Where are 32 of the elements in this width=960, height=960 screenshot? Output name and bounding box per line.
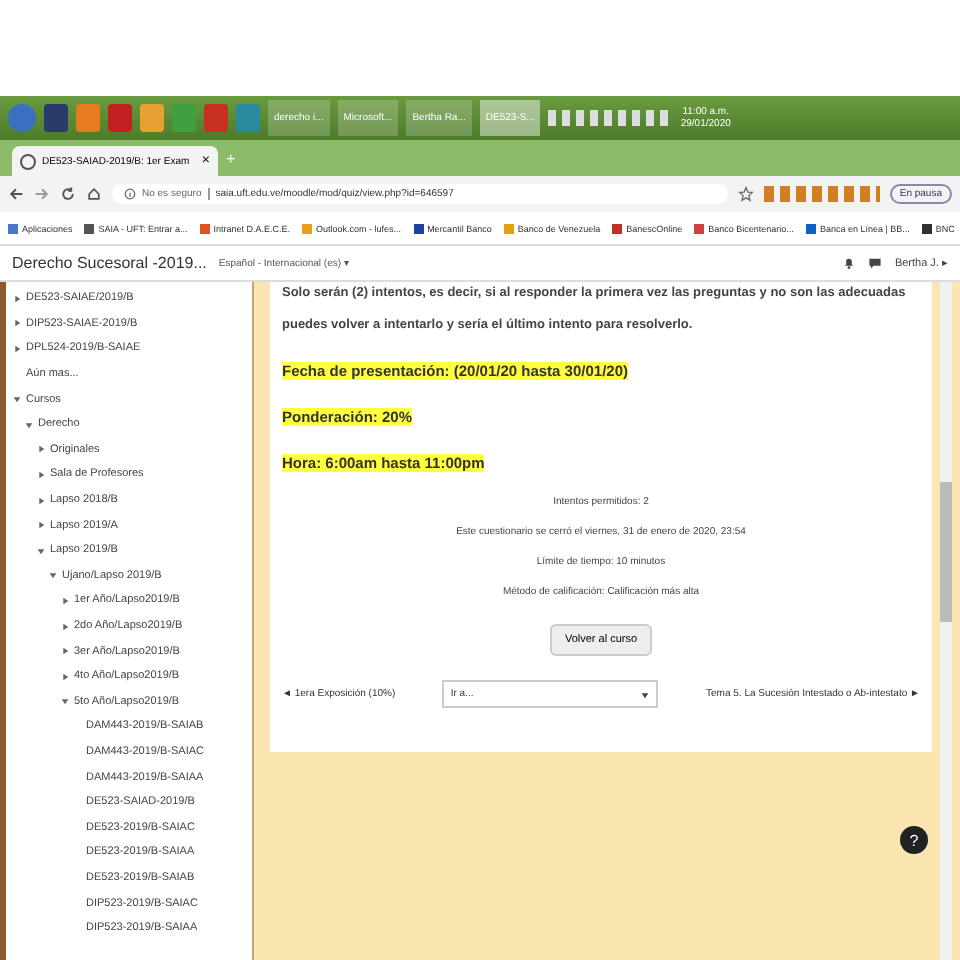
caret-down-icon[interactable] [48,570,58,581]
caret-right-icon[interactable] [36,469,46,480]
caret-right-icon[interactable] [36,520,46,531]
caret-right-icon[interactable] [60,646,70,657]
caret-right-icon[interactable] [12,318,22,329]
bell-icon[interactable] [842,256,857,270]
home-icon[interactable] [86,186,102,202]
reload-icon[interactable] [60,186,76,202]
help-button[interactable]: ? [900,826,928,854]
forward-icon[interactable] [34,186,50,202]
globe-icon [20,153,36,169]
caret-down-icon [640,689,651,699]
caret-down-icon[interactable] [24,419,34,430]
caret-right-icon[interactable] [12,293,22,304]
scrollbar-thumb [940,482,952,622]
info-icon[interactable] [124,188,136,200]
caret-right-icon[interactable] [36,495,46,506]
caret-right-icon[interactable] [12,343,22,354]
start-button-icon[interactable] [8,104,36,132]
extension-icons[interactable] [763,186,880,202]
caret-right-icon[interactable] [60,671,70,682]
back-icon[interactable] [8,186,24,202]
caret-down-icon[interactable] [36,545,46,556]
caret-down-icon[interactable] [12,394,22,405]
caret-right-icon[interactable] [60,595,70,606]
chat-icon[interactable] [868,256,883,270]
caret-right-icon[interactable] [60,621,70,632]
caret-right-icon[interactable] [36,444,46,455]
caret-down-icon[interactable] [60,696,70,707]
tray-icons[interactable] [548,110,673,126]
course-title[interactable]: Derecho Sucesoral -2019... [12,254,207,272]
star-icon[interactable] [737,186,754,202]
